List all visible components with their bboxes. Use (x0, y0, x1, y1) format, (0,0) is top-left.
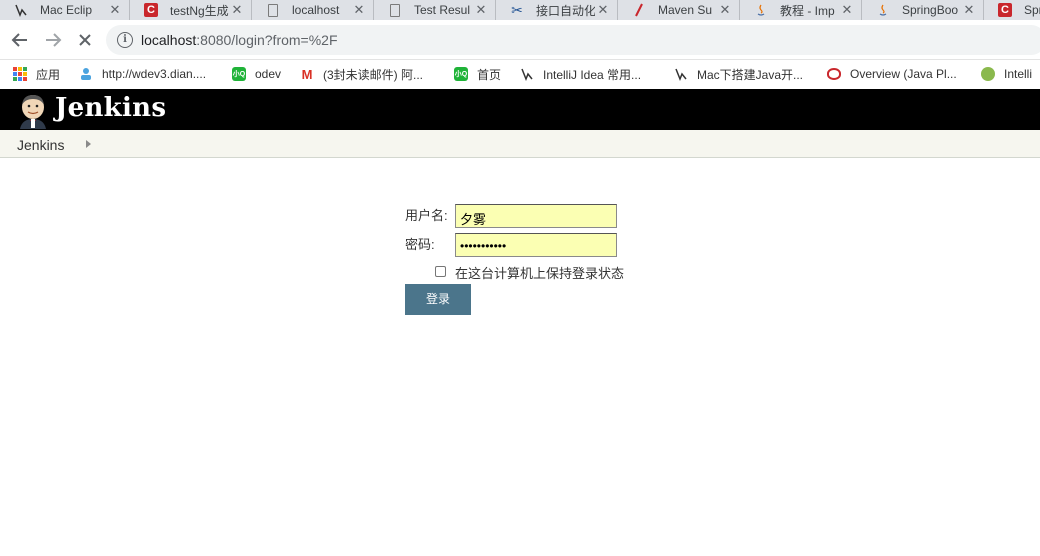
tab-title: Maven Su (658, 3, 713, 17)
bookmark-label: http://wdev3.dian.... (102, 67, 207, 81)
bookmark-item[interactable]: 小Q odev (232, 65, 281, 83)
tab-title: Spri (1024, 3, 1040, 17)
bookmark-label: Overview (Java Pl... (850, 67, 957, 81)
close-icon[interactable]: ✕ (107, 2, 123, 18)
bookmark-item[interactable]: M (3封未读邮件) 阿... (300, 65, 423, 83)
address-bar[interactable]: i localhost:8080/login?from=%2F (106, 25, 1040, 55)
jenkins-title[interactable]: Jenkins (55, 93, 166, 123)
palette-icon (981, 67, 995, 81)
tab-title: testNg生成 (170, 3, 229, 18)
browser-tab[interactable]: C testNg生成 ✕ (130, 0, 252, 20)
info-icon[interactable]: i (117, 32, 133, 48)
fork-icon (674, 67, 688, 81)
gmail-icon: M (301, 66, 313, 82)
bookmark-label: odev (255, 67, 282, 81)
bookmarks-bar: 应用 http://wdev3.dian.... 小Q odev M (3封未读… (0, 60, 1040, 89)
bookmark-item[interactable]: http://wdev3.dian.... (79, 65, 206, 83)
c-red-icon: C (998, 3, 1012, 17)
close-icon[interactable]: ✕ (961, 2, 977, 18)
fork-icon (520, 67, 534, 81)
green-badge-icon: 小Q (454, 67, 468, 81)
tab-title: SpringBoo (902, 3, 959, 17)
browser-toolbar: i localhost:8080/login?from=%2F (0, 20, 1040, 60)
fork-icon (14, 3, 28, 17)
green-badge-icon: 小Q (232, 67, 246, 81)
login-button[interactable]: 登录 (405, 284, 471, 315)
bookmark-item[interactable]: Intelli (981, 65, 1032, 83)
browser-tab[interactable]: 教程 - Imp ✕ (740, 0, 862, 20)
jenkins-butler-logo-icon[interactable] (16, 93, 50, 129)
browser-tab-strip: Mac Eclip ✕ C testNg生成 ✕ localhost ✕ Tes… (0, 0, 1040, 20)
remember-me-checkbox[interactable] (435, 266, 446, 277)
bookmark-item[interactable]: 小Q 首页 (454, 65, 501, 83)
back-arrow-icon[interactable] (8, 28, 32, 52)
bookmark-label: 首页 (477, 67, 502, 82)
tab-title: Test Resul (414, 3, 471, 17)
apps-grid-icon (13, 67, 27, 81)
address-url[interactable]: localhost:8080/login?from=%2F (141, 32, 338, 48)
bookmark-item[interactable]: Overview (Java Pl... (827, 65, 957, 83)
close-icon[interactable]: ✕ (473, 2, 489, 18)
close-icon[interactable]: ✕ (839, 2, 855, 18)
scissors-icon: ✂ (511, 1, 523, 18)
url-path: :8080/login?from=%2F (196, 32, 338, 48)
tab-title: localhost (292, 3, 340, 17)
breadcrumb: Jenkins (0, 130, 1040, 158)
bookmark-label: Intelli (1004, 67, 1033, 81)
browser-tab[interactable]: Mac Eclip ✕ (0, 0, 130, 20)
tab-title: 接口自动化 (536, 3, 595, 18)
oracle-icon (827, 67, 841, 81)
jenkins-header: Jenkins (0, 89, 1040, 130)
browser-tab[interactable]: Maven Su ✕ (618, 0, 740, 20)
username-field[interactable]: 夕雾 (455, 204, 617, 228)
tab-title: Mac Eclip (40, 3, 93, 17)
bookmark-label: Mac下搭建Java开... (697, 67, 804, 82)
breadcrumb-jenkins[interactable]: Jenkins (17, 137, 64, 153)
browser-tab[interactable]: ✂ 接口自动化 ✕ (496, 0, 618, 20)
browser-tab[interactable]: SpringBoo ✕ (862, 0, 984, 20)
bookmark-item[interactable]: Mac下搭建Java开... (674, 65, 803, 83)
close-icon[interactable]: ✕ (595, 2, 611, 18)
java-icon (876, 3, 890, 17)
bookmark-item[interactable]: IntelliJ Idea 常用... (520, 65, 641, 83)
java-icon (754, 3, 768, 17)
bookmark-apps[interactable]: 应用 (13, 65, 60, 83)
close-icon[interactable]: ✕ (229, 2, 245, 18)
close-icon[interactable]: ✕ (717, 2, 733, 18)
forward-arrow-icon[interactable] (41, 28, 65, 52)
browser-tab[interactable]: C Spri (984, 0, 1040, 20)
person-icon (79, 67, 93, 81)
username-label: 用户名: (405, 208, 448, 223)
browser-tab[interactable]: Test Resul ✕ (374, 0, 496, 20)
breadcrumb-arrow-icon[interactable] (86, 140, 91, 148)
stop-loading-icon[interactable] (73, 28, 97, 52)
bookmark-label: IntelliJ Idea 常用... (543, 67, 642, 82)
browser-tab[interactable]: localhost ✕ (252, 0, 374, 20)
page-icon (266, 3, 280, 17)
password-field[interactable]: ••••••••••• (455, 233, 617, 257)
pen-icon (632, 3, 646, 17)
bookmark-label: 应用 (36, 67, 61, 82)
password-label: 密码: (405, 237, 435, 252)
url-host: localhost (141, 32, 197, 48)
tab-title: 教程 - Imp (780, 3, 835, 18)
bookmark-label: (3封未读邮件) 阿... (323, 67, 424, 82)
remember-me-label[interactable]: 在这台计算机上保持登录状态 (455, 263, 624, 282)
c-red-icon: C (144, 3, 158, 17)
close-icon[interactable]: ✕ (351, 2, 367, 18)
page-icon (388, 3, 402, 17)
